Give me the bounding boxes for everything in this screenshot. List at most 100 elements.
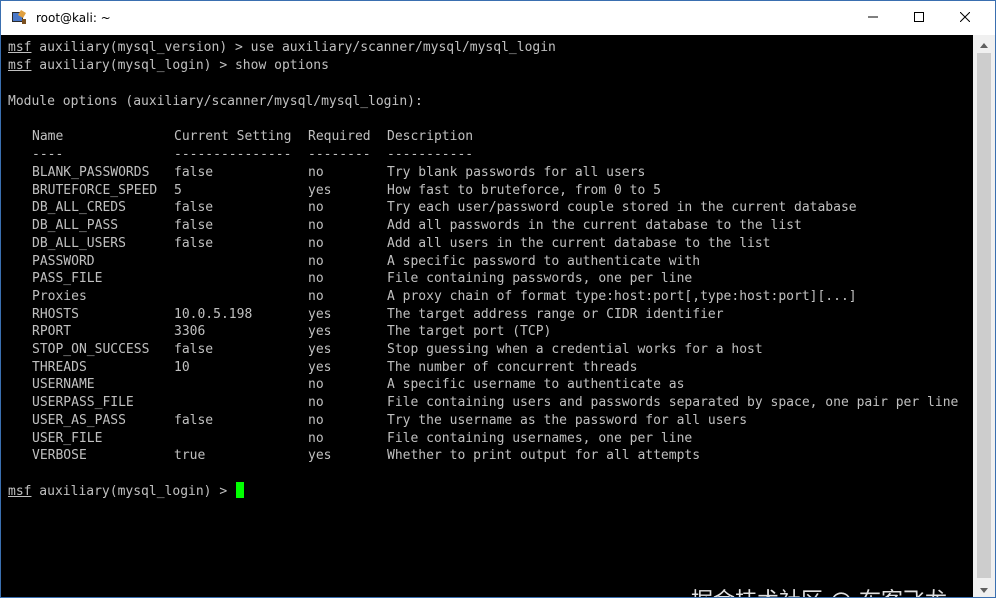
option-required: no xyxy=(308,200,324,216)
terminal-window: root@kali: ~ msf auxiliary(mysql_version… xyxy=(0,0,996,598)
header-required: Required xyxy=(308,129,371,144)
option-description: The number of concurrent threads xyxy=(387,359,638,375)
scroll-up-button[interactable] xyxy=(973,35,995,52)
window-title: root@kali: ~ xyxy=(36,11,111,25)
table-row: DB_ALL_CREDS false no Try each user/passwor… xyxy=(1,199,973,217)
option-description: Whether to print output for all attempts xyxy=(387,448,701,464)
prompt-text: auxiliary(mysql_login) > xyxy=(31,484,235,499)
table-row: VERBOSE true yes Whether to print output fo… xyxy=(1,447,973,465)
terminal-app-icon xyxy=(11,9,27,25)
option-description: Stop guessing when a credential works fo… xyxy=(387,342,763,357)
maximize-button[interactable] xyxy=(896,1,942,35)
table-row: DB_ALL_PASS false no Add all passwords in t… xyxy=(1,217,973,235)
option-description: Try the username as the password for all… xyxy=(387,412,748,428)
close-icon xyxy=(959,11,971,25)
table-row: USER_AS_PASS false no Try the username as t… xyxy=(1,412,973,430)
table-row: BRUTEFORCE_SPEED 5 yes How fast to brutefor… xyxy=(1,182,973,200)
table-row: USER_FILE no File containing usernames, on… xyxy=(1,430,973,448)
option-current-setting: 10.0.5.198 xyxy=(174,306,253,322)
table-row: BLANK_PASSWORDS false no Try blank password… xyxy=(1,164,973,182)
option-name: Proxies xyxy=(32,288,87,304)
option-required: yes xyxy=(308,182,332,198)
table-row: Proxies no A proxy chain of format type:ho… xyxy=(1,288,973,306)
underline-current-setting: --------------- xyxy=(174,147,292,162)
option-current-setting: false xyxy=(174,200,214,216)
option-required: yes xyxy=(308,448,332,464)
table-underline-row: ---- --------------- -------- ----------… xyxy=(1,146,973,164)
option-current-setting: 5 xyxy=(174,182,182,198)
option-name: STOP_ON_SUCCESS xyxy=(32,342,150,357)
command-line: msf auxiliary(mysql_version) > use auxil… xyxy=(8,39,556,57)
option-description: File containing usernames, one per line xyxy=(387,430,693,446)
option-name: BLANK_PASSWORDS xyxy=(32,165,150,180)
option-current-setting: false xyxy=(174,218,214,234)
table-row: USERNAME no A specific username to authent… xyxy=(1,376,973,394)
option-description: A specific username to authenticate as xyxy=(387,377,685,393)
option-description: Add all users in the current database to… xyxy=(387,235,771,251)
option-current-setting: false xyxy=(174,412,214,428)
scroll-down-arrow-icon xyxy=(980,580,988,598)
option-current-setting: 10 xyxy=(174,359,190,375)
table-row: PASS_FILE no File containing passwords, on… xyxy=(1,270,973,288)
option-name: BRUTEFORCE_SPEED xyxy=(32,182,158,198)
option-required: no xyxy=(308,218,324,234)
option-required: yes xyxy=(308,359,332,375)
table-row: PASSWORD no A specific password to authent… xyxy=(1,253,973,271)
option-required: no xyxy=(308,377,324,393)
header-name: Name xyxy=(32,129,64,144)
option-name: USERNAME xyxy=(32,377,95,393)
option-required: yes xyxy=(308,342,332,357)
table-row: STOP_ON_SUCCESS false yes Stop guessing whe… xyxy=(1,341,973,359)
option-name: DB_ALL_USERS xyxy=(32,235,126,251)
title-bar[interactable]: root@kali: ~ xyxy=(1,1,995,35)
header-current-setting: Current Setting xyxy=(174,129,292,144)
option-description: File containing passwords, one per line xyxy=(387,271,693,287)
option-required: no xyxy=(308,430,324,446)
current-prompt-line[interactable]: msf auxiliary(mysql_login) > xyxy=(8,482,244,500)
option-required: no xyxy=(308,253,324,269)
option-description: Try blank passwords for all users xyxy=(387,165,646,180)
option-current-setting: true xyxy=(174,448,206,464)
command-text: auxiliary(mysql_login) > show options xyxy=(31,58,329,73)
option-required: yes xyxy=(308,306,332,322)
option-name: PASSWORD xyxy=(32,253,95,269)
option-description: The target port (TCP) xyxy=(387,324,552,340)
table-row: RPORT 3306 yes The target port (TCP) xyxy=(1,323,973,341)
option-current-setting: false xyxy=(174,342,214,357)
option-required: no xyxy=(308,165,324,180)
underline-required: -------- xyxy=(308,147,371,162)
option-current-setting: 3306 xyxy=(174,324,206,340)
option-name: DB_ALL_CREDS xyxy=(32,200,126,216)
text-cursor xyxy=(235,482,244,498)
msf-prompt: msf xyxy=(8,58,32,73)
minimize-icon xyxy=(868,11,878,25)
command-line: msf auxiliary(mysql_login) > show option… xyxy=(8,57,329,75)
option-name: PASS_FILE xyxy=(32,271,103,287)
option-description: File containing users and passwords sepa… xyxy=(387,395,959,411)
terminal-output[interactable]: msf auxiliary(mysql_version) > use auxil… xyxy=(1,35,973,597)
minimize-button[interactable] xyxy=(850,1,896,35)
underline-description: ----------- xyxy=(387,147,474,162)
option-description: A proxy chain of format type:host:port[,… xyxy=(387,288,857,304)
option-required: no xyxy=(308,271,324,287)
option-name: USER_FILE xyxy=(32,430,103,446)
option-name: DB_ALL_PASS xyxy=(32,218,119,234)
option-description: Add all passwords in the current databas… xyxy=(387,218,802,234)
watermark: 掘金技术社区 @ 布客飞龙 xyxy=(691,583,947,597)
option-description: How fast to bruteforce, from 0 to 5 xyxy=(387,182,661,198)
scrollbar-thumb[interactable] xyxy=(977,53,991,578)
table-row: THREADS 10 yes The number of concurrent thr… xyxy=(1,359,973,377)
vertical-scrollbar[interactable] xyxy=(973,35,995,597)
scroll-down-button[interactable] xyxy=(973,580,995,597)
option-required: no xyxy=(308,235,324,251)
close-button[interactable] xyxy=(942,1,988,35)
option-description: Try each user/password couple stored in … xyxy=(387,200,857,216)
underline-name: ---- xyxy=(32,147,64,162)
table-row: USERPASS_FILE no File containing users and… xyxy=(1,394,973,412)
table-row: DB_ALL_USERS false no Add all users in the … xyxy=(1,235,973,253)
module-options-heading: Module options (auxiliary/scanner/mysql/… xyxy=(8,94,423,109)
option-required: yes xyxy=(308,324,332,340)
option-name: RHOSTS xyxy=(32,306,79,322)
scroll-up-arrow-icon xyxy=(980,35,988,53)
header-description: Description xyxy=(387,129,474,144)
